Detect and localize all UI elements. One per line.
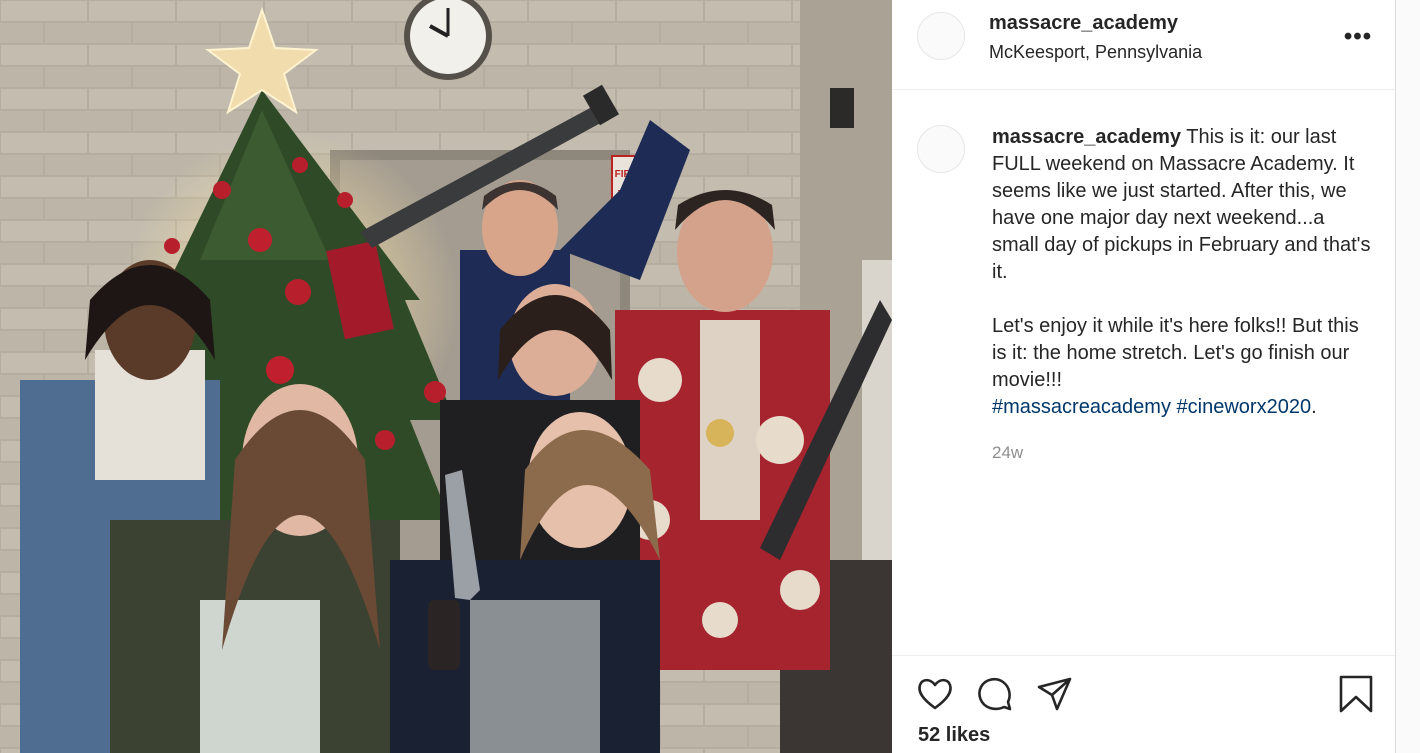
action-bar: 52 likes <box>892 655 1395 753</box>
more-options-button[interactable]: ••• <box>1336 22 1380 52</box>
post-photo[interactable]: FIRE <box>0 0 892 753</box>
page-background <box>1396 0 1420 753</box>
caption-username[interactable]: massacre_academy <box>992 126 1181 148</box>
post-detail-panel: massacre_academy McKeesport, Pennsylvani… <box>892 0 1396 753</box>
hashtag-link[interactable]: #massacreacademy <box>992 396 1171 418</box>
header-username[interactable]: massacre_academy <box>989 12 1178 35</box>
likes-count[interactable]: 52 likes <box>918 724 990 747</box>
like-button[interactable] <box>915 674 955 714</box>
hashtag-link[interactable]: #cineworx2020 <box>1177 396 1312 418</box>
bookmark-icon <box>1339 675 1373 713</box>
save-button[interactable] <box>1336 674 1376 714</box>
post-header: massacre_academy McKeesport, Pennsylvani… <box>892 0 1395 90</box>
share-icon <box>1037 677 1072 711</box>
caption-avatar[interactable] <box>917 125 965 173</box>
post-timestamp[interactable]: 24w <box>992 443 1023 463</box>
comments-section: massacre_academy This is it: our last FU… <box>892 91 1395 655</box>
location-link[interactable]: McKeesport, Pennsylvania <box>989 42 1202 63</box>
avatar[interactable] <box>917 12 965 60</box>
share-button[interactable] <box>1035 674 1075 714</box>
caption-trailing: . <box>1311 396 1317 418</box>
comment-button[interactable] <box>975 674 1015 714</box>
group-photo-image: FIRE <box>0 0 892 753</box>
caption-text-2: Let's enjoy it while it's here folks!! B… <box>992 315 1359 391</box>
heart-icon <box>918 678 952 710</box>
caption-text-1: This is it: our last FULL weekend on Mas… <box>992 126 1371 283</box>
post-caption: massacre_academy This is it: our last FU… <box>992 124 1372 421</box>
comment-icon <box>978 677 1012 711</box>
